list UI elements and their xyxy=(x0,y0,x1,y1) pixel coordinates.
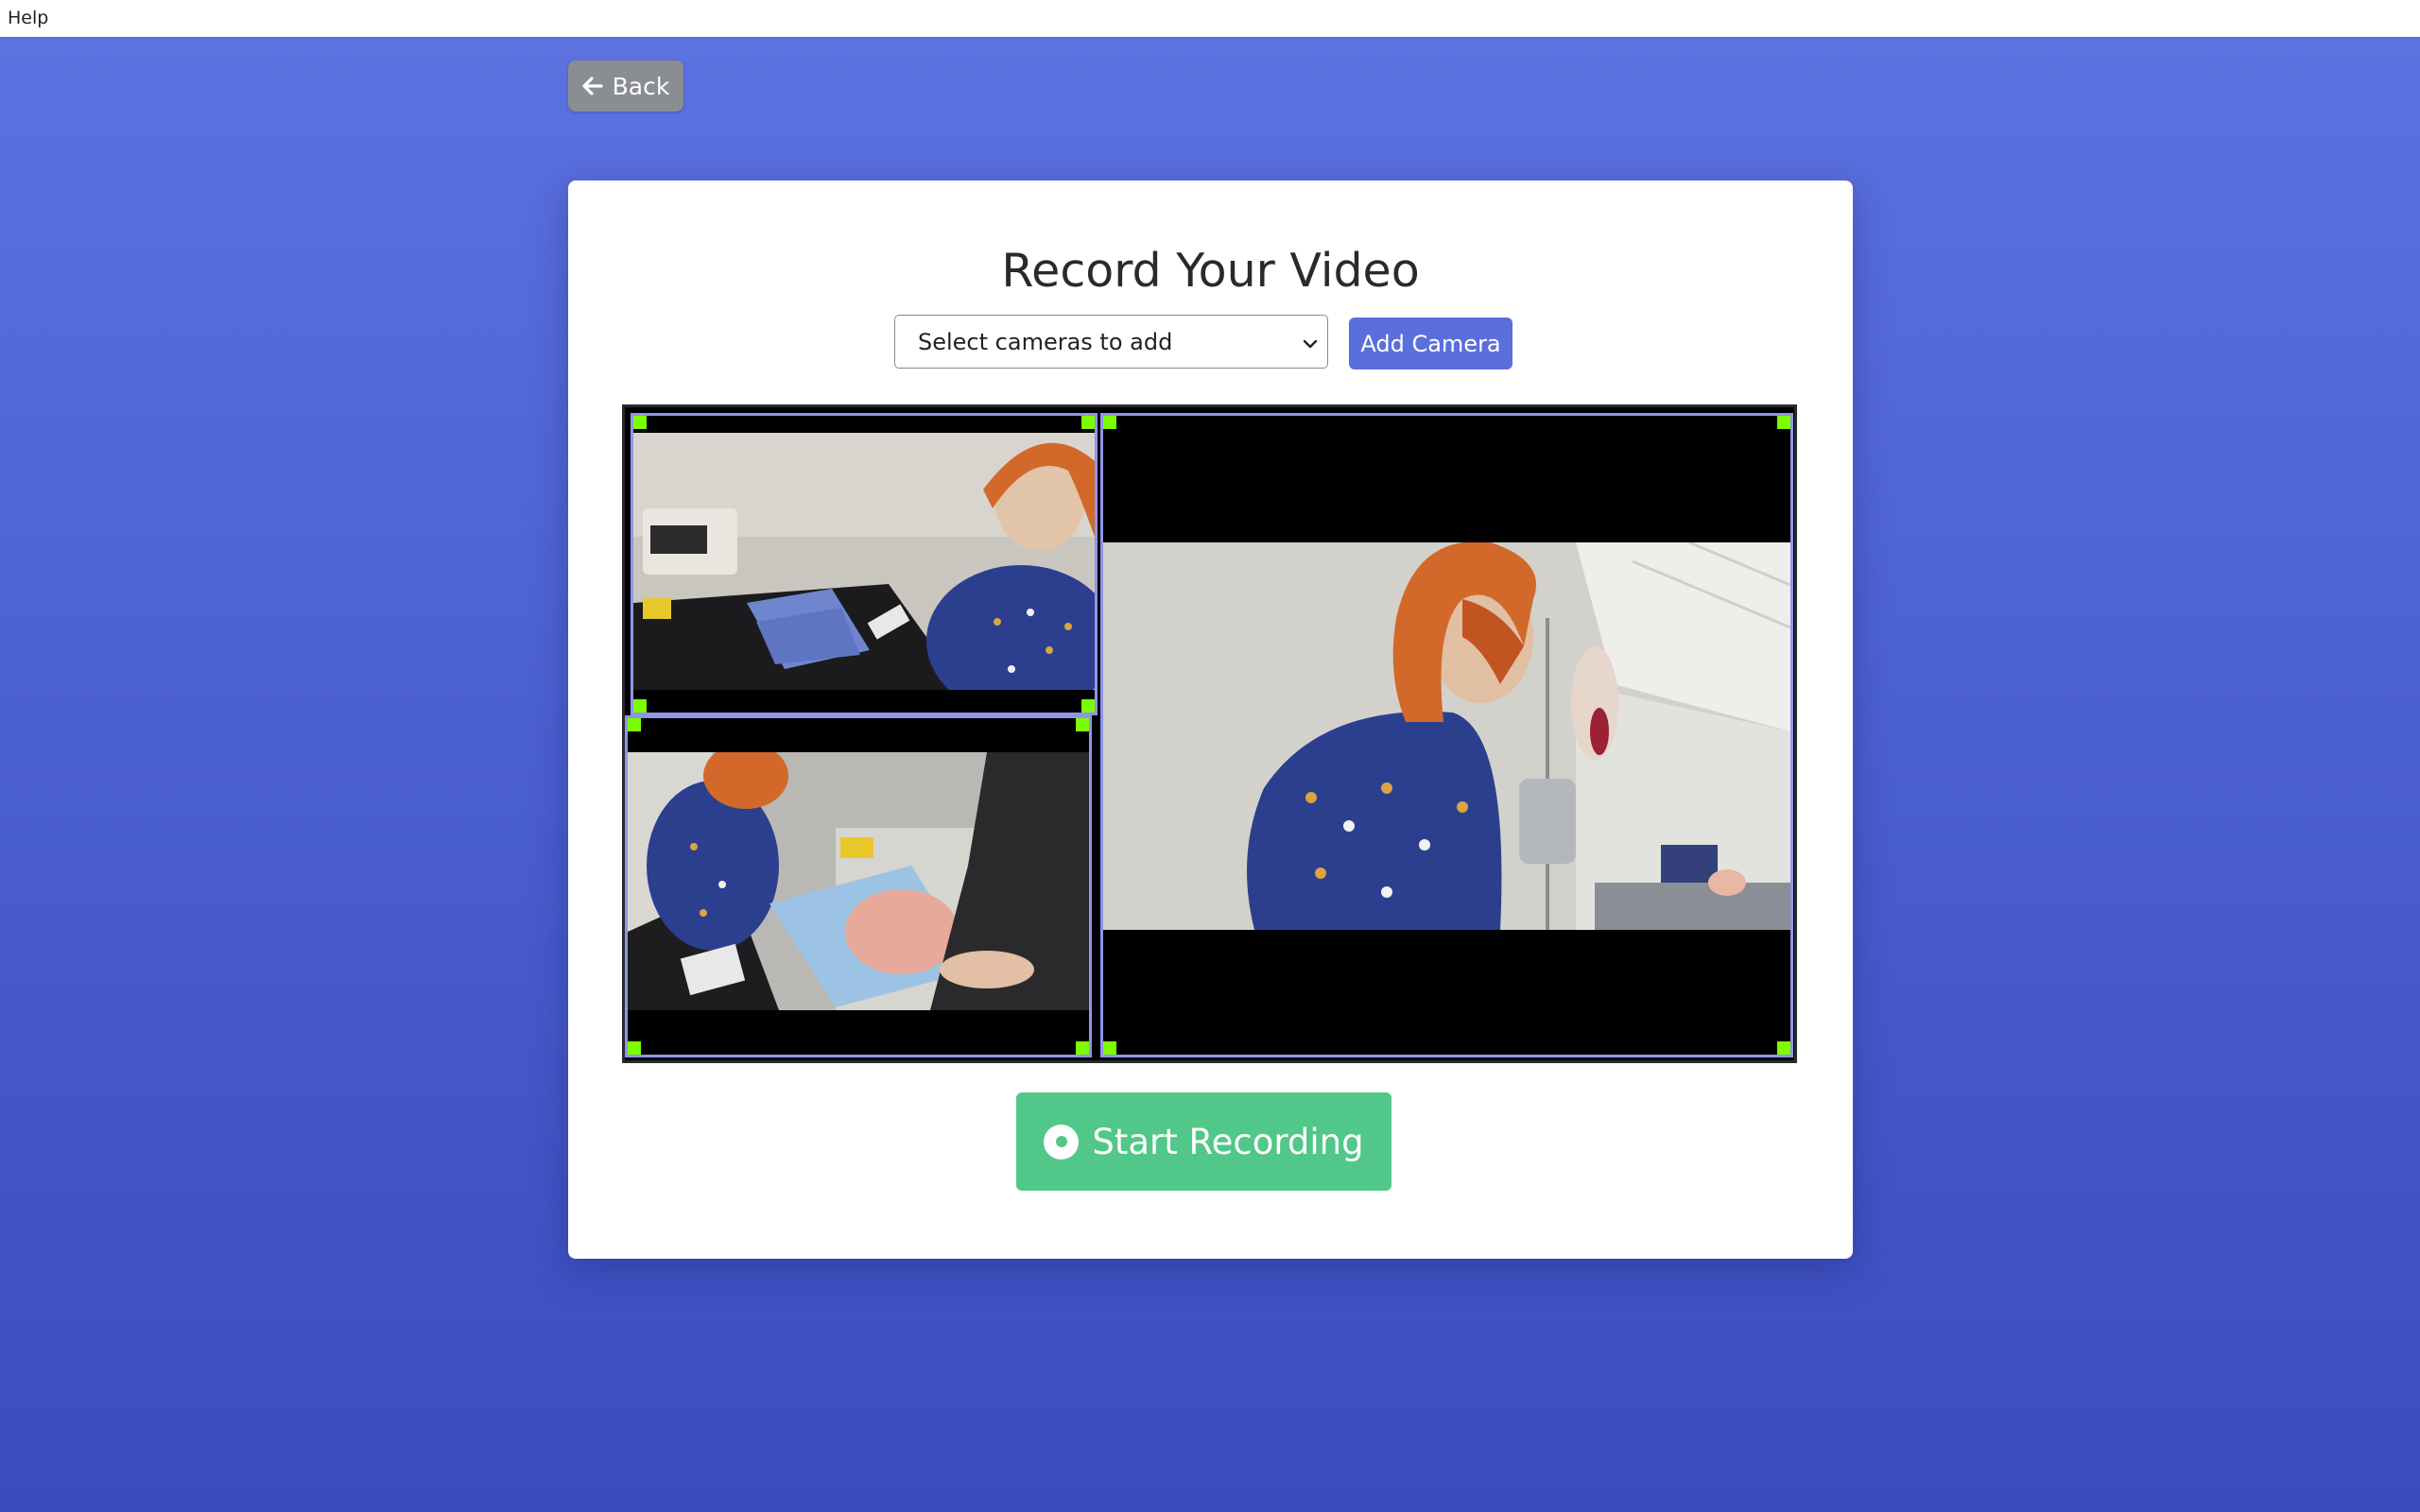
page-title: Record Your Video xyxy=(1001,244,1420,298)
resize-handle[interactable] xyxy=(1777,416,1790,429)
camera-select-value: Select cameras to add xyxy=(918,328,1173,355)
resize-handle[interactable] xyxy=(1081,699,1095,713)
resize-handle[interactable] xyxy=(633,416,647,429)
menu-bar: Help xyxy=(0,0,2420,37)
add-camera-button[interactable]: Add Camera xyxy=(1349,318,1512,369)
back-button[interactable]: Back xyxy=(568,60,683,112)
arrow-left-icon xyxy=(582,77,603,95)
resize-handle[interactable] xyxy=(633,699,647,713)
camera-feed-3 xyxy=(1103,541,1790,930)
resize-handle[interactable] xyxy=(628,718,641,731)
camera-select[interactable]: Select cameras to add xyxy=(894,315,1328,369)
resize-handle[interactable] xyxy=(1103,416,1116,429)
resize-handle[interactable] xyxy=(1076,718,1089,731)
back-button-label: Back xyxy=(612,72,670,100)
video-layout-canvas xyxy=(622,404,1797,1063)
start-recording-button[interactable]: Start Recording xyxy=(1016,1092,1392,1191)
camera-feed-1 xyxy=(633,433,1095,713)
camera-tile-1[interactable] xyxy=(631,413,1098,715)
chevron-down-icon xyxy=(1303,329,1318,355)
start-recording-label: Start Recording xyxy=(1092,1121,1364,1162)
camera-feed-2 xyxy=(628,743,1089,1010)
record-circle-icon xyxy=(1044,1124,1080,1160)
resize-handle[interactable] xyxy=(1777,1041,1790,1055)
resize-handle[interactable] xyxy=(628,1041,641,1055)
camera-tile-3[interactable] xyxy=(1100,413,1793,1057)
recorder-card: Record Your Video Select cameras to add … xyxy=(568,180,1853,1259)
resize-handle[interactable] xyxy=(1081,416,1095,429)
resize-handle[interactable] xyxy=(1103,1041,1116,1055)
menu-help[interactable]: Help xyxy=(8,8,48,28)
camera-tile-2[interactable] xyxy=(625,715,1092,1057)
resize-handle[interactable] xyxy=(1076,1041,1089,1055)
